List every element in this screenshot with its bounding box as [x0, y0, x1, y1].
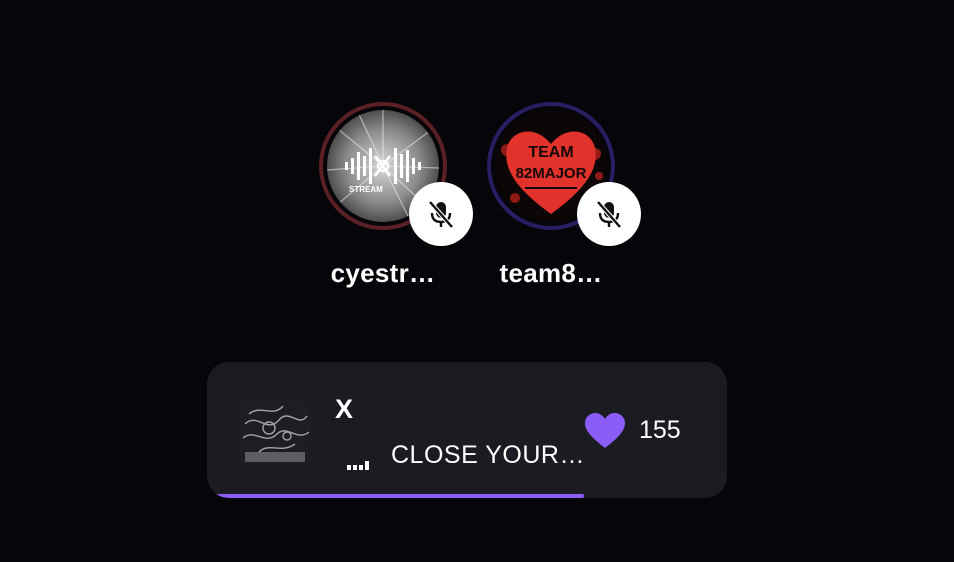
album-cover-icon [239, 394, 311, 466]
participant-tile[interactable]: STREAM cyestr… [303, 102, 473, 302]
avatar-text: STREAM [349, 185, 383, 194]
avatar-ring: TEAM 82MAJOR [487, 102, 641, 246]
mic-off-icon [428, 200, 454, 229]
mic-muted-badge [409, 182, 473, 246]
playback-progress-bar[interactable] [207, 494, 727, 498]
avatar-text: TEAM [528, 144, 573, 161]
participant-name: cyestr… [330, 258, 436, 288]
like-count: 155 [639, 416, 681, 444]
participant-name: team8… [499, 258, 603, 288]
voice-room: STREAM cyestr… TEAM 82MAJOR team8… X CLO… [0, 0, 954, 562]
track-artist: CLOSE YOUR… [391, 441, 585, 469]
mic-off-icon [596, 200, 622, 229]
mic-muted-badge [577, 182, 641, 246]
playback-progress-fill [215, 494, 584, 498]
album-art [239, 394, 311, 466]
equalizer-icon [347, 458, 371, 470]
avatar-text: 82MAJOR [516, 165, 587, 182]
participant-tile[interactable]: TEAM 82MAJOR team8… [471, 102, 641, 302]
heart-icon [585, 413, 625, 448]
avatar-ring: STREAM [319, 102, 473, 246]
track-title: X [335, 394, 354, 424]
like-button[interactable] [582, 408, 628, 454]
now-playing-card[interactable]: X CLOSE YOUR… 155 [207, 362, 727, 498]
